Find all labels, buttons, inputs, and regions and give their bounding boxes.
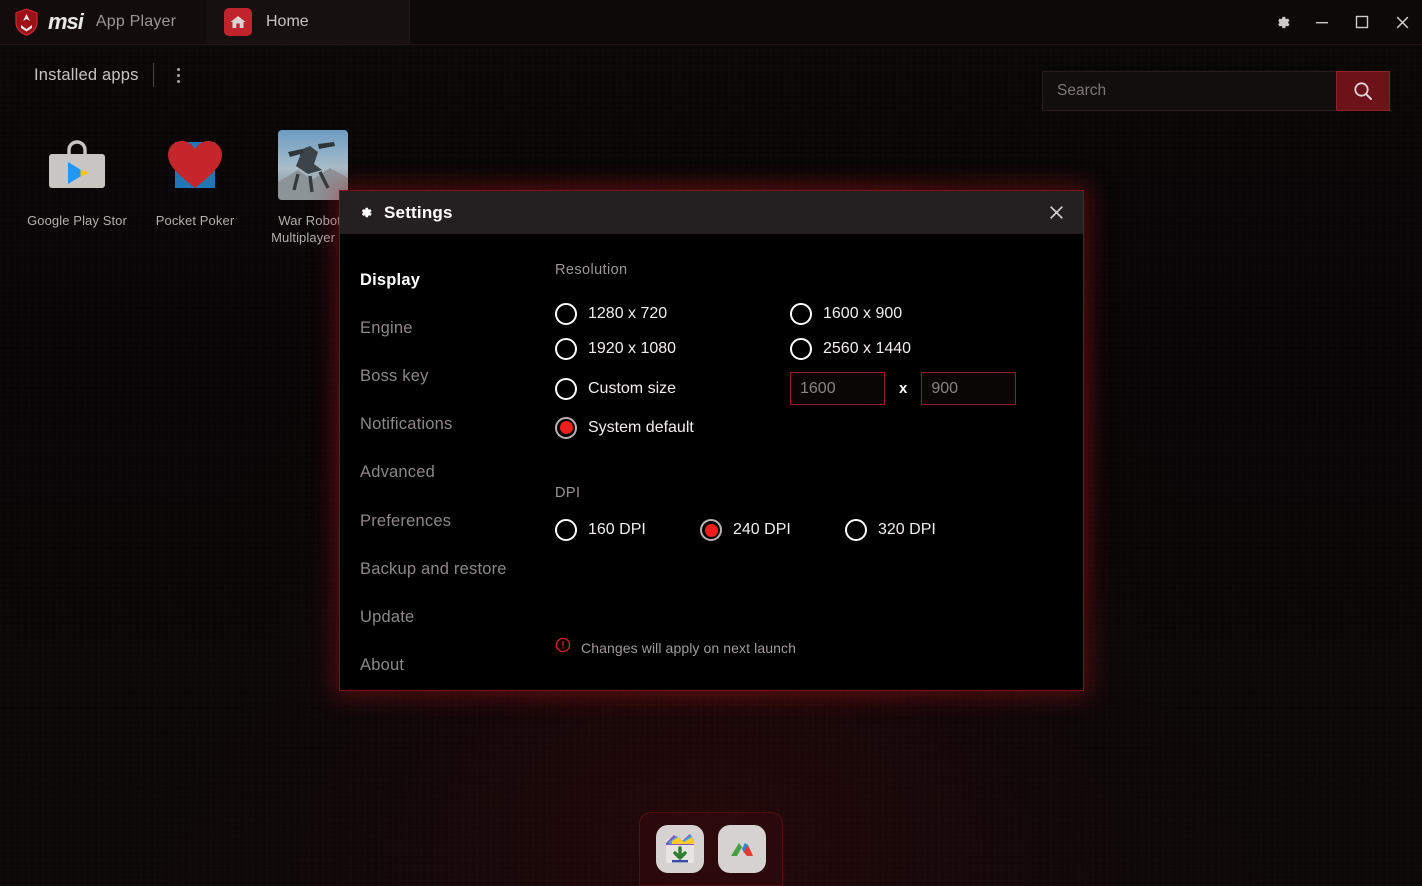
app-tile[interactable]: Google Play Stor xyxy=(18,130,136,246)
sidebar-item-label: Boss key xyxy=(360,367,429,386)
custom-width-input[interactable] xyxy=(790,372,885,405)
dpi-section: DPI 160 DPI 240 DPI 320 DPI xyxy=(555,485,1083,541)
radio-1280x720[interactable]: 1280 x 720 xyxy=(555,296,790,331)
sidebar-item-label: About xyxy=(360,656,405,675)
radio-custom-size[interactable]: Custom size xyxy=(555,371,790,406)
taskbar-dock xyxy=(639,812,783,886)
media-gallery-icon[interactable] xyxy=(656,825,704,873)
dialog-title: Settings xyxy=(384,202,453,222)
radio-label: 320 DPI xyxy=(878,521,936,538)
radio-icon xyxy=(555,377,577,400)
gear-icon xyxy=(357,204,374,221)
radio-2560x1440[interactable]: 2560 x 1440 xyxy=(790,331,1083,366)
settings-dialog: Settings Display Engine Boss key Notific… xyxy=(339,190,1084,691)
search-bar xyxy=(1042,71,1390,111)
apply-notice-text: Changes will apply on next launch xyxy=(581,639,796,656)
titlebar-spacer xyxy=(410,0,1262,44)
sidebar-item-label: Advanced xyxy=(360,463,435,482)
custom-size-row: Custom size x xyxy=(555,371,1083,406)
app-tile[interactable]: Pocket Poker xyxy=(136,130,254,246)
maximize-icon[interactable] xyxy=(1342,0,1382,45)
msi-shield-icon xyxy=(14,8,39,36)
pocket-poker-icon xyxy=(160,130,230,200)
sidebar-item-label: Backup and restore xyxy=(360,559,507,578)
sidebar-item-label: Notifications xyxy=(360,415,453,434)
radio-label: 1600 x 900 xyxy=(823,304,903,322)
radio-icon xyxy=(790,337,812,360)
radio-1920x1080[interactable]: 1920 x 1080 xyxy=(555,331,790,366)
app-tile-label: Google Play Stor xyxy=(27,213,127,228)
sidebar-item-advanced[interactable]: Advanced xyxy=(360,449,555,497)
sidebar-item-preferences[interactable]: Preferences xyxy=(360,497,555,545)
radio-icon xyxy=(845,519,867,541)
sidebar-item-label: Engine xyxy=(360,318,413,337)
sidebar-item-label: Preferences xyxy=(360,511,452,530)
radio-label: 1920 x 1080 xyxy=(588,339,677,357)
sidebar-item-label: Display xyxy=(360,270,421,289)
radio-320-dpi[interactable]: 320 DPI xyxy=(845,519,990,541)
dpi-section-label: DPI xyxy=(555,485,581,501)
dialog-body: Display Engine Boss key Notifications Ad… xyxy=(340,234,1083,690)
radio-1600x900[interactable]: 1600 x 900 xyxy=(790,296,1083,331)
resolution-section-label: Resolution xyxy=(555,262,628,278)
sidebar-item-update[interactable]: Update xyxy=(360,594,555,642)
sidebar-item-notifications[interactable]: Notifications xyxy=(360,401,555,449)
warning-icon xyxy=(555,637,571,658)
home-icon xyxy=(224,8,252,36)
sidebar-item-boss-key[interactable]: Boss key xyxy=(360,352,555,400)
installed-apps-header: Installed apps xyxy=(34,62,190,88)
search-icon[interactable] xyxy=(1336,71,1390,111)
display-settings-panel: Resolution 1280 x 720 1600 x 900 1920 x … xyxy=(555,234,1083,690)
sidebar-item-engine[interactable]: Engine xyxy=(360,304,555,352)
app-center-icon[interactable] xyxy=(718,825,766,873)
radio-160-dpi[interactable]: 160 DPI xyxy=(555,519,700,541)
resolution-options: 1280 x 720 1600 x 900 1920 x 1080 2560 x… xyxy=(555,296,1083,366)
radio-label: 240 DPI xyxy=(733,521,791,538)
window-controls xyxy=(1262,0,1422,44)
radio-label: 1280 x 720 xyxy=(588,304,668,322)
brand-suffix: App Player xyxy=(95,13,177,30)
search-input[interactable] xyxy=(1042,71,1336,111)
brand-logo: msi App Player xyxy=(0,0,206,44)
sidebar-item-display[interactable]: Display xyxy=(360,256,555,304)
apply-notice: Changes will apply on next launch xyxy=(555,637,796,658)
tab-home-label: Home xyxy=(266,13,309,30)
radio-label: 160 DPI xyxy=(588,521,646,538)
dimension-separator: x xyxy=(899,380,908,397)
close-icon[interactable] xyxy=(1035,192,1077,234)
radio-icon xyxy=(555,302,577,325)
titlebar: msi App Player Home xyxy=(0,0,1422,45)
settings-nav: Display Engine Boss key Notifications Ad… xyxy=(340,234,555,690)
brand-wordmark: msi xyxy=(48,9,84,34)
dialog-header: Settings xyxy=(340,191,1083,234)
custom-height-input[interactable] xyxy=(921,372,1017,405)
close-icon[interactable] xyxy=(1382,0,1422,45)
radio-label: Custom size xyxy=(588,379,677,397)
app-tile-label: Pocket Poker xyxy=(155,213,235,228)
radio-label: System default xyxy=(588,418,694,436)
installed-apps-label: Installed apps xyxy=(34,65,139,84)
header-divider xyxy=(152,63,154,87)
google-play-icon xyxy=(42,130,112,200)
dpi-options: 160 DPI 240 DPI 320 DPI xyxy=(555,519,1083,541)
sidebar-item-label: Update xyxy=(360,608,415,627)
more-options-icon[interactable] xyxy=(168,62,190,88)
radio-system-default[interactable]: System default xyxy=(555,410,1083,445)
radio-icon xyxy=(555,337,577,360)
installed-apps-grid: Google Play Stor Pocket Poker War Robots… xyxy=(18,130,372,246)
radio-icon xyxy=(790,302,812,325)
minimize-icon[interactable] xyxy=(1302,0,1342,45)
radio-icon xyxy=(555,519,577,541)
tab-home[interactable]: Home xyxy=(206,0,410,44)
radio-label: 2560 x 1440 xyxy=(823,339,912,357)
radio-240-dpi[interactable]: 240 DPI xyxy=(700,519,845,541)
gear-icon[interactable] xyxy=(1262,0,1302,45)
sidebar-item-backup-and-restore[interactable]: Backup and restore xyxy=(360,545,555,593)
radio-icon xyxy=(555,416,577,439)
sidebar-item-about[interactable]: About xyxy=(360,642,555,690)
radio-icon xyxy=(700,519,722,541)
app-player-window: msi App Player Home Installed apps Searc… xyxy=(0,0,1422,886)
